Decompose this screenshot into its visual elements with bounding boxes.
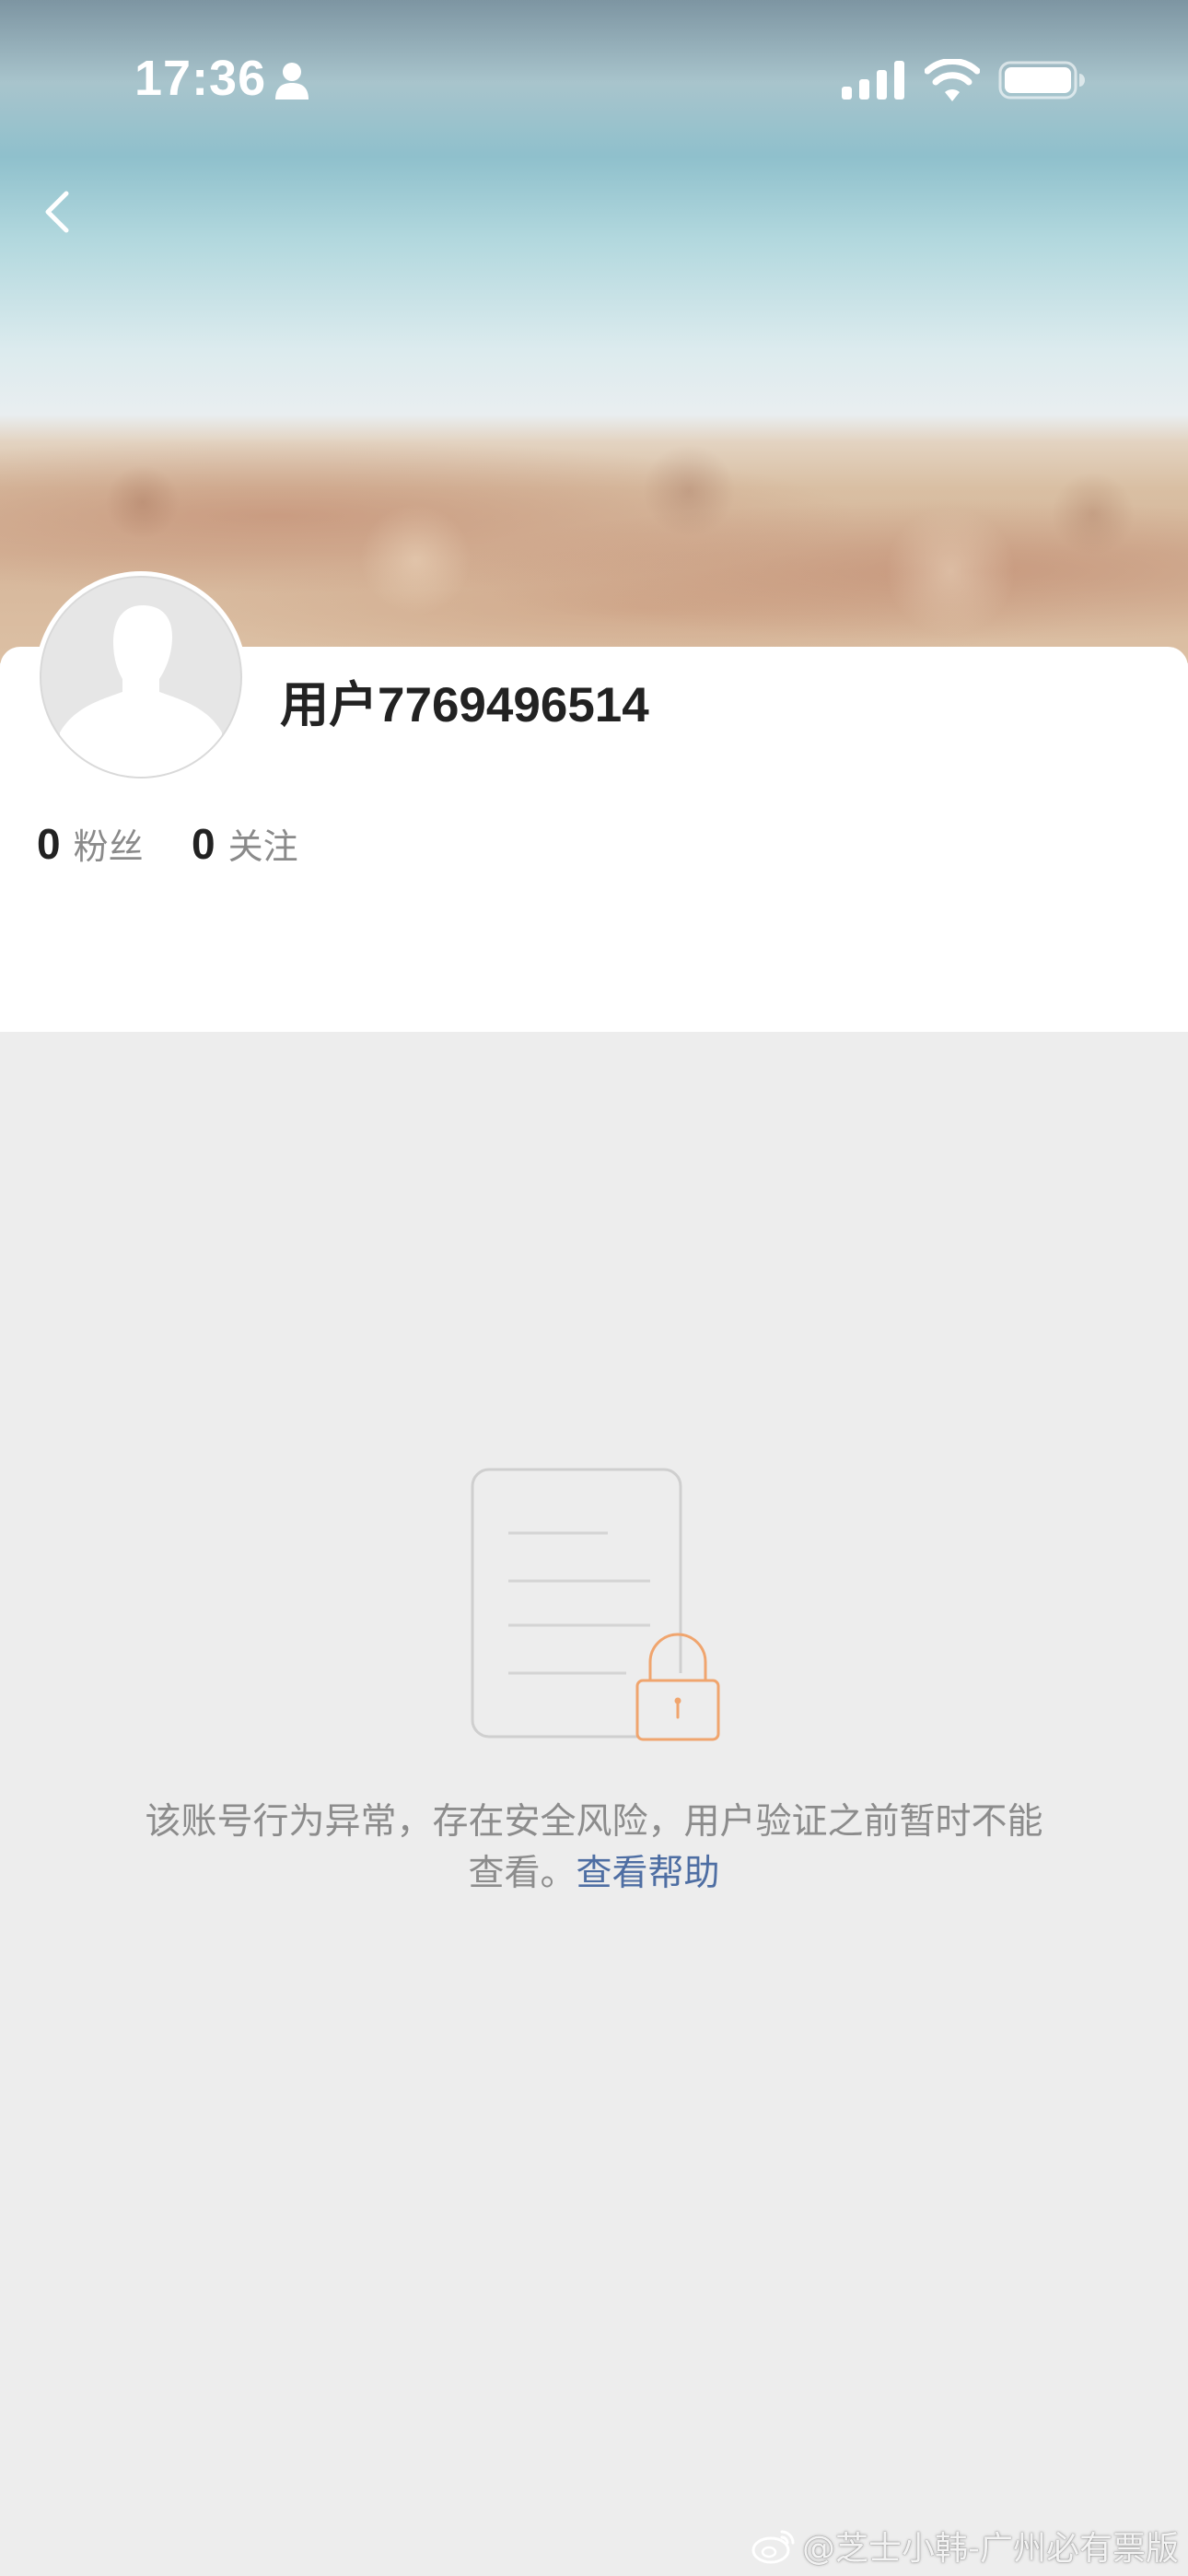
following-label: 关注: [227, 826, 298, 867]
back-button[interactable]: [24, 175, 98, 249]
watermark-text: @芝士小韩-广州必有票版: [802, 2530, 1179, 2568]
chevron-left-icon: [45, 191, 69, 233]
notice-line-2: 查看。: [468, 1853, 577, 1894]
followers-stat[interactable]: 0 粉丝: [37, 814, 144, 884]
cellular-signal-icon: [842, 61, 904, 100]
username: 用户7769496514: [280, 678, 649, 732]
followers-label: 粉丝: [73, 826, 144, 867]
person-icon: [275, 63, 309, 100]
account-locked-notice: 该账号行为异常，存在安全风险，用户验证之前暂时不能 查看。查看帮助: [55, 1797, 1133, 1900]
status-bar: 17:36: [0, 0, 1188, 157]
following-stat[interactable]: 0 关注: [192, 814, 298, 884]
avatar[interactable]: [35, 571, 247, 783]
watermark: @芝士小韩-广州必有票版: [751, 2520, 1179, 2571]
wifi-icon: [925, 59, 980, 101]
weibo-logo-icon: [751, 2530, 795, 2564]
following-count: 0: [192, 820, 215, 868]
notice-line-1: 该账号行为异常，存在安全风险，用户验证之前暂时不能: [145, 1801, 1043, 1843]
default-avatar-icon: [60, 605, 222, 777]
status-time: 17:36: [134, 51, 267, 106]
view-help-link[interactable]: 查看帮助: [577, 1853, 720, 1894]
followers-count: 0: [37, 820, 61, 868]
profile-page: 17:36 用户7769496514 0 粉丝 0 关注 该账号行为异常，存在安…: [0, 0, 1188, 2576]
battery-icon: [998, 61, 1085, 100]
locked-document-icon: [471, 1468, 720, 1741]
